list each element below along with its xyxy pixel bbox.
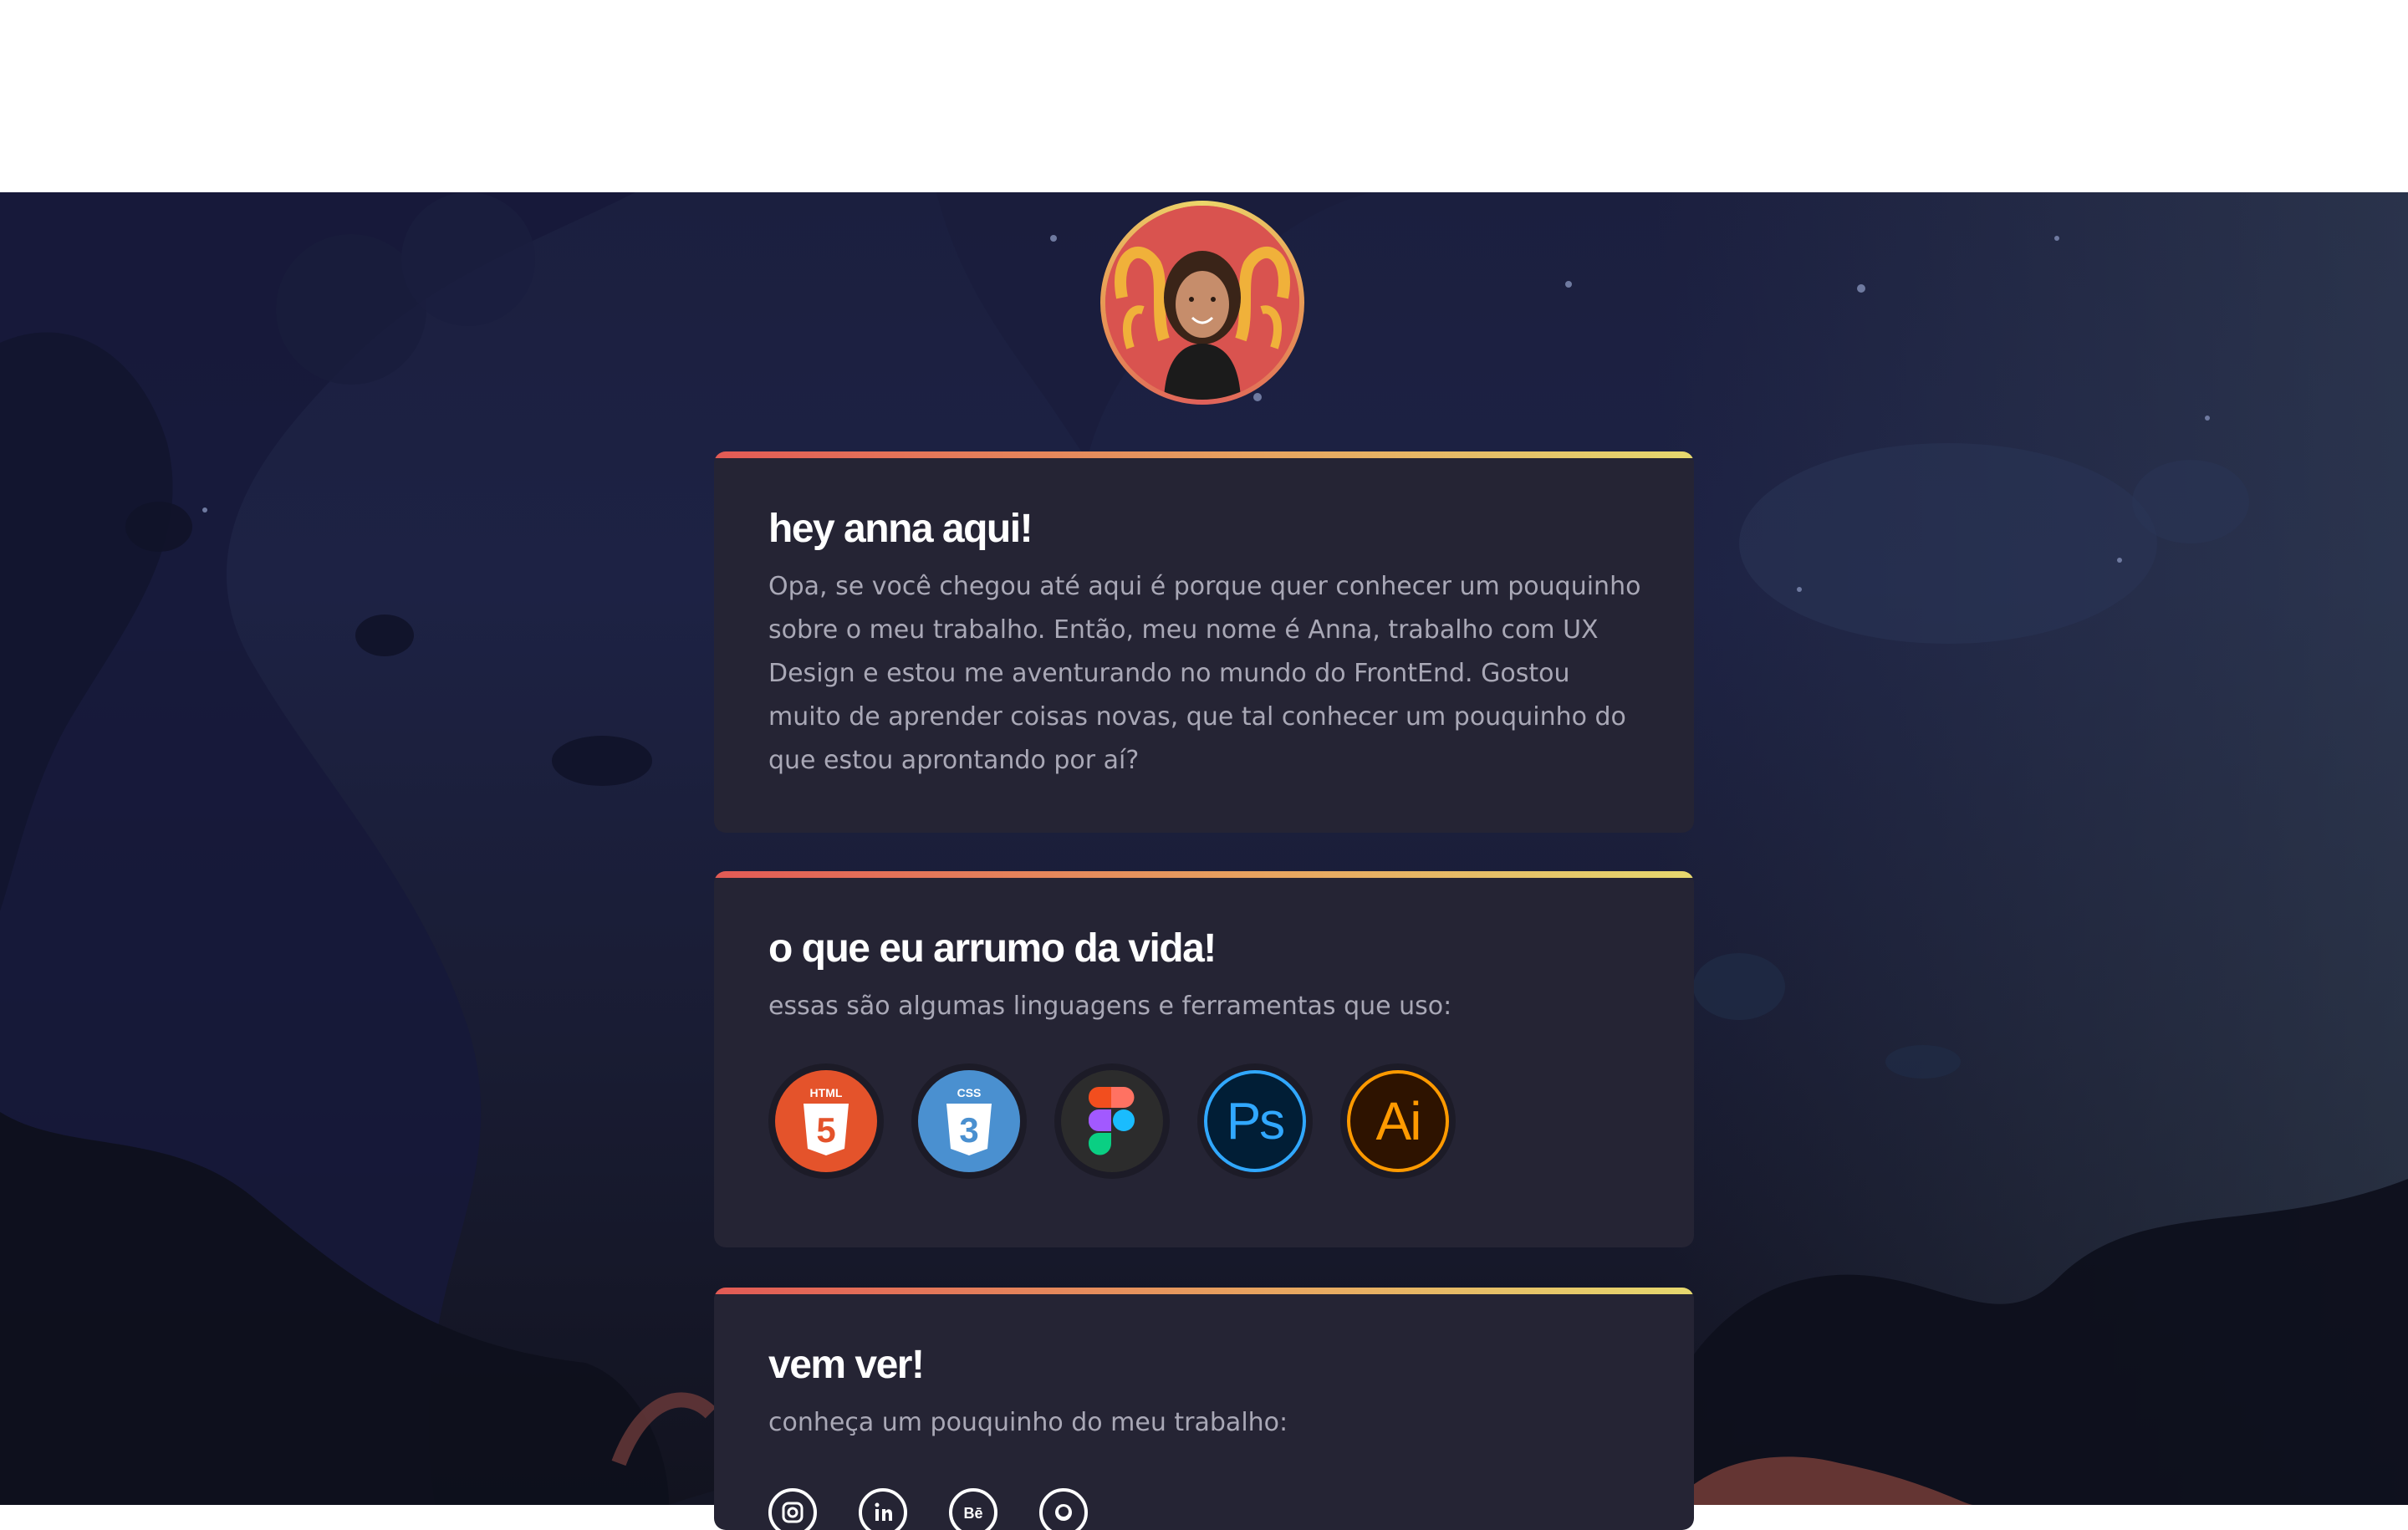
tools-list: HTML 5 CSS 3 Ps Ai <box>768 1063 1456 1179</box>
photoshop-icon[interactable]: Ps <box>1197 1063 1313 1179</box>
top-white-area <box>0 0 2408 192</box>
about-text: Opa, se você chegou até aqui é porque qu… <box>768 572 1641 775</box>
social-links: Bē <box>768 1488 1088 1530</box>
instagram-icon[interactable] <box>768 1488 817 1530</box>
github-icon[interactable] <box>1039 1488 1088 1530</box>
skills-card: o que eu arrumo da vida! essas são algum… <box>714 871 1694 1247</box>
illustrator-icon[interactable]: Ai <box>1340 1063 1456 1179</box>
card-accent-bar <box>714 871 1694 878</box>
css3-label: CSS <box>957 1086 982 1099</box>
linkedin-icon[interactable] <box>859 1488 907 1530</box>
photoshop-glyph: Ps <box>1226 1092 1285 1150</box>
css3-glyph: 3 <box>959 1110 978 1150</box>
html5-label: HTML <box>810 1086 843 1099</box>
work-title: vem ver! <box>768 1343 925 1387</box>
skills-title: o que eu arrumo da vida! <box>768 926 1217 971</box>
skills-subtitle: essas são algumas linguagens e ferrament… <box>768 992 1452 1021</box>
svg-text:Bē: Bē <box>963 1505 982 1522</box>
about-title: hey anna aqui! <box>768 507 1033 551</box>
work-card: vem ver! conheça um pouquinho do meu tra… <box>714 1288 1694 1530</box>
css3-icon[interactable]: CSS 3 <box>911 1063 1027 1179</box>
card-accent-bar <box>714 451 1694 458</box>
html5-icon[interactable]: HTML 5 <box>768 1063 884 1179</box>
behance-icon[interactable]: Bē <box>949 1488 997 1530</box>
html5-glyph: 5 <box>816 1110 835 1150</box>
card-accent-bar <box>714 1288 1694 1294</box>
avatar <box>1100 201 1304 405</box>
work-subtitle: conheça um pouquinho do meu trabalho: <box>768 1408 1288 1437</box>
avatar-illustration <box>1105 206 1299 400</box>
figma-icon[interactable] <box>1054 1063 1170 1179</box>
illustrator-glyph: Ai <box>1375 1091 1422 1151</box>
about-card: hey anna aqui! Opa, se você chegou até a… <box>714 451 1694 833</box>
